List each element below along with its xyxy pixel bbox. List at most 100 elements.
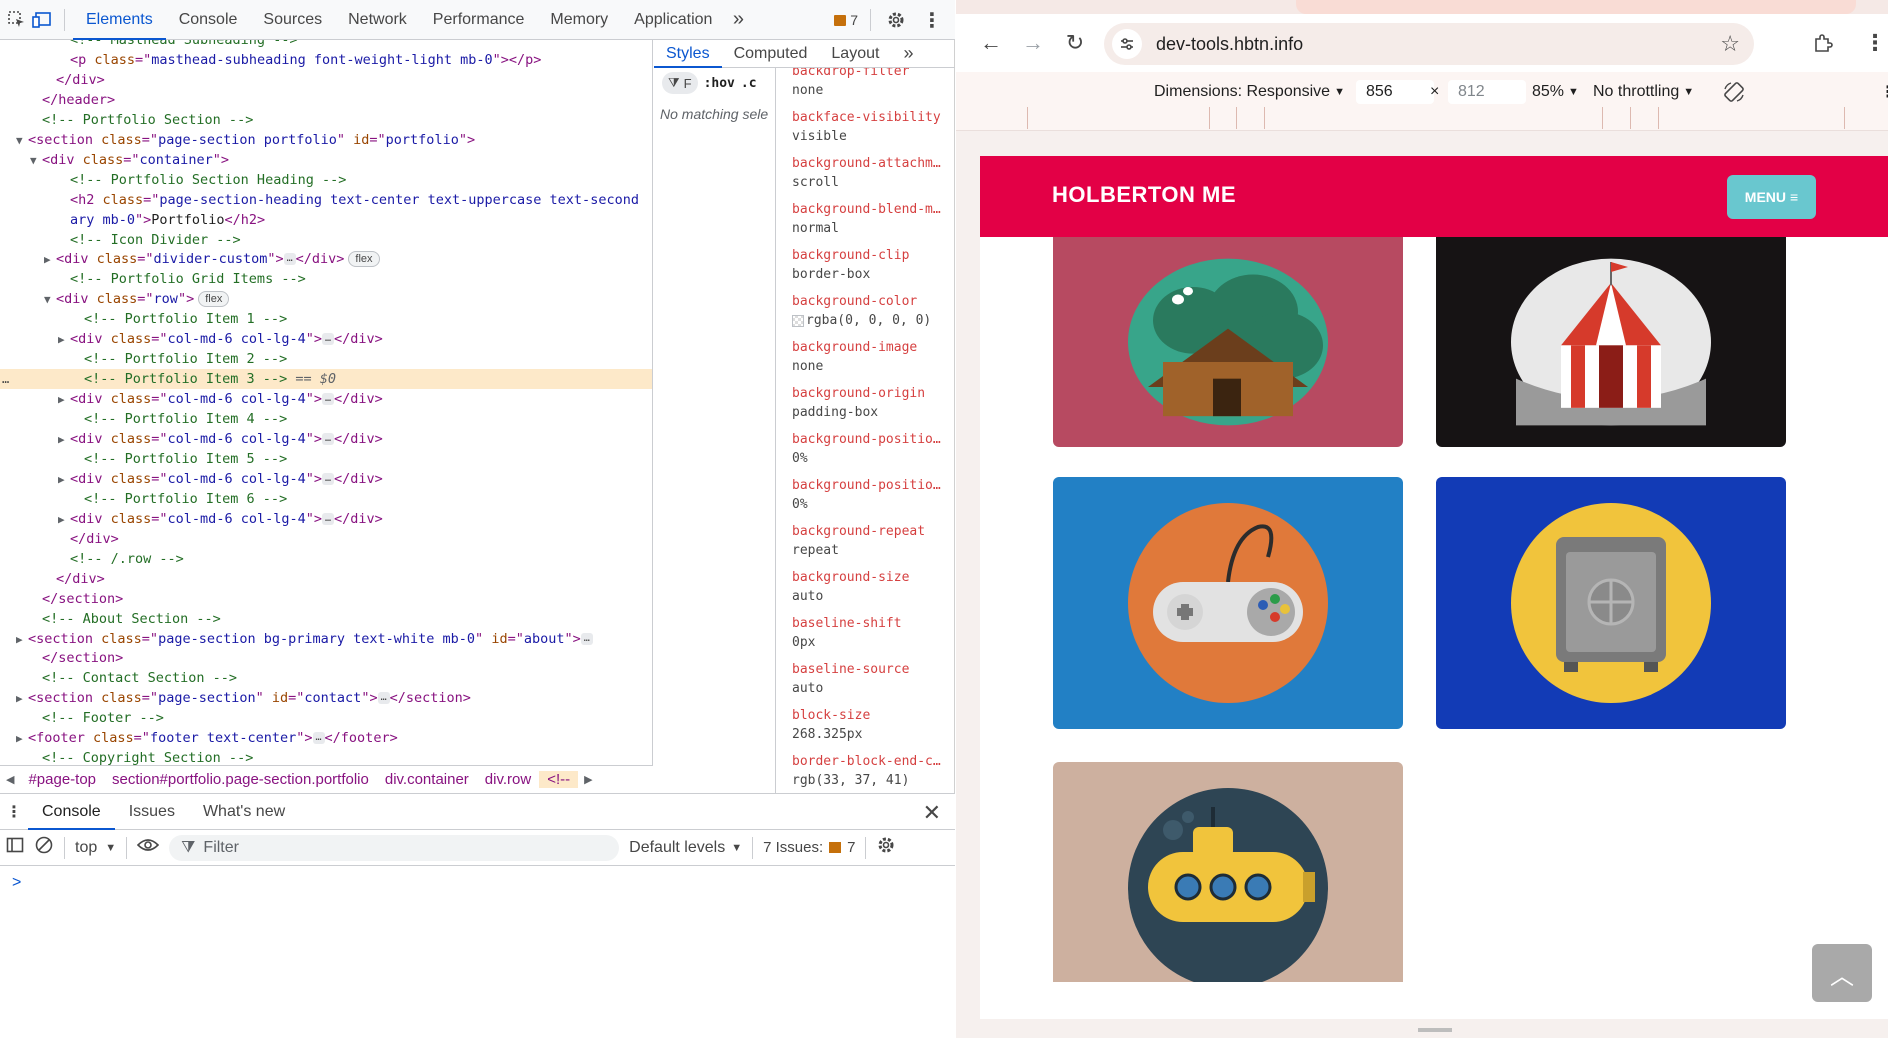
dom-node[interactable]: <!-- Portfolio Item 1 --> [0, 309, 652, 329]
breadcrumb-item[interactable]: #page-top [20, 771, 104, 788]
dom-node[interactable]: ▼ <div class="container"> [0, 150, 652, 171]
hov-toggle[interactable]: :hov [704, 76, 735, 91]
node-actions-ellipsis-icon[interactable]: … [2, 369, 9, 389]
console-filter-input[interactable]: ⧩ Filter [169, 834, 620, 861]
device-toolbar-icon[interactable] [30, 7, 56, 33]
viewport-height-input[interactable]: 812 [1448, 80, 1526, 104]
tab-memory[interactable]: Memory [537, 0, 621, 40]
dom-node[interactable]: ▶ <footer class="footer text-center">… </f… [0, 728, 652, 749]
drawer-tab-console[interactable]: Console [28, 794, 115, 830]
browser-menu-icon[interactable]: ⋮ [1860, 28, 1888, 58]
dom-node[interactable]: <!-- Portfolio Item 4 --> [0, 409, 652, 429]
dom-node[interactable]: <p class="masthead-subheading font-weigh… [0, 50, 652, 70]
dom-node[interactable]: ▶ <div class="col-md-6 col-lg-4">… </div> [0, 469, 652, 489]
computed-property[interactable]: background-image none [784, 338, 955, 384]
more-tabs-icon[interactable]: » [725, 7, 751, 33]
breadcrumb-item[interactable]: div.row [477, 771, 539, 788]
expand-triangle-closed-icon[interactable]: ▶ [58, 430, 70, 450]
color-swatch[interactable] [792, 314, 804, 327]
dom-node[interactable]: </section> [0, 589, 652, 609]
issues-counter[interactable]: 7 Issues: 7 [763, 839, 855, 856]
site-info-icon[interactable] [1112, 29, 1142, 59]
bookmark-star-icon[interactable]: ☆ [1720, 31, 1740, 57]
expand-triangle-closed-icon[interactable]: ▶ [58, 330, 70, 350]
portfolio-item-safe[interactable] [1436, 477, 1786, 729]
tab-styles[interactable]: Styles [654, 40, 722, 68]
context-selector[interactable]: top ▼ [75, 839, 116, 857]
log-levels-dropdown[interactable]: Default levels ▼ [629, 839, 742, 857]
dom-node[interactable]: </div> [0, 70, 652, 90]
expand-triangle-closed-icon[interactable]: ▶ [44, 250, 56, 270]
collapsed-children-badge[interactable]: … [377, 692, 390, 705]
expand-triangle-open-icon[interactable]: ▼ [30, 151, 42, 171]
portfolio-item-submarine[interactable] [1053, 762, 1403, 982]
menu-button[interactable]: MENU ≡ [1727, 175, 1816, 219]
dom-node[interactable]: ▶ <div class="col-md-6 col-lg-4">… </div> [0, 429, 652, 450]
collapsed-children-badge[interactable]: … [321, 472, 335, 485]
expand-triangle-open-icon[interactable]: ▼ [16, 131, 28, 151]
dom-tree[interactable]: <!-- Masthead Subheading --> <p class="ma… [0, 40, 653, 765]
dom-node[interactable]: </section> [0, 648, 652, 668]
throttling-dropdown[interactable]: No throttling ▼ [1593, 83, 1694, 101]
breadcrumb-left-arrow-icon[interactable]: ◀ [0, 773, 20, 786]
dom-node[interactable]: ▼ <div class="row"> flex [0, 289, 652, 310]
tab-network[interactable]: Network [335, 0, 420, 40]
dom-node[interactable]: <h2 class="page-section-heading text-cen… [0, 190, 652, 210]
tab-layout[interactable]: Layout [819, 40, 891, 68]
drawer-tab-issues[interactable]: Issues [115, 794, 189, 830]
styles-filter-input[interactable]: ⧩ F [662, 72, 698, 94]
computed-property[interactable]: background-blend-m… normal [784, 200, 955, 246]
breadcrumb-right-arrow-icon[interactable]: ▶ [578, 773, 598, 786]
tab-computed[interactable]: Computed [722, 40, 820, 68]
computed-property[interactable]: baseline-shift 0px [784, 614, 955, 660]
tab-performance[interactable]: Performance [420, 0, 538, 40]
dom-node[interactable]: <!-- Portfolio Item 6 --> [0, 489, 652, 509]
console-prompt[interactable]: > [0, 866, 955, 900]
back-arrow-icon[interactable]: ← [976, 28, 1006, 58]
collapsed-children-badge[interactable]: … [312, 732, 325, 745]
dom-node[interactable]: <!-- About Section --> [0, 609, 652, 629]
close-drawer-icon[interactable]: ✕ [923, 800, 941, 826]
computed-property[interactable]: background-attachm… scroll [784, 154, 955, 200]
console-settings-gear-icon[interactable] [876, 835, 896, 860]
dom-node[interactable]: ▶ <section class="page-section bg-primary… [0, 629, 652, 649]
inspect-element-icon[interactable] [4, 7, 30, 33]
dom-node[interactable]: <!-- Portfolio Item 2 --> [0, 349, 652, 369]
expand-triangle-closed-icon[interactable]: ▶ [58, 390, 70, 410]
reload-icon[interactable]: ↻ [1060, 28, 1090, 58]
computed-property[interactable]: border-block-end-c… rgb(33, 37, 41) [784, 752, 955, 793]
collapsed-children-badge[interactable]: … [580, 632, 593, 645]
device-options-menu-icon[interactable]: ⋮ [1880, 82, 1888, 102]
breadcrumb-item-current[interactable]: <!-- [539, 771, 579, 788]
computed-property[interactable]: background-clip border-box [784, 246, 955, 292]
expand-triangle-closed-icon[interactable]: ▶ [16, 729, 28, 749]
rotate-icon[interactable] [1722, 80, 1746, 109]
dom-node[interactable]: ▶ <div class="col-md-6 col-lg-4">… </div> [0, 329, 652, 350]
computed-property[interactable]: block-size 268.325px [784, 706, 955, 752]
computed-property[interactable]: background-color rgba(0, 0, 0, 0) [784, 292, 955, 338]
computed-property[interactable]: background-size auto [784, 568, 955, 614]
collapsed-children-badge[interactable]: … [321, 333, 335, 346]
dom-node[interactable]: ▶ <section class="page-section" id="conta… [0, 688, 652, 709]
tab-elements[interactable]: Elements [73, 0, 166, 40]
dom-node[interactable]: <!-- /.row --> [0, 549, 652, 569]
collapsed-children-badge[interactable]: … [283, 253, 296, 266]
dom-node-selected[interactable]: … <!-- Portfolio Item 3 --> == $0 [0, 369, 652, 390]
collapsed-children-badge[interactable]: … [321, 433, 335, 445]
portfolio-item-game[interactable] [1053, 477, 1403, 729]
dom-node[interactable]: <!-- Portfolio Item 5 --> [0, 449, 652, 469]
portfolio-item-circus[interactable] [1436, 237, 1786, 447]
expand-triangle-closed-icon[interactable]: ▶ [16, 689, 28, 709]
drawer-tab-whats-new[interactable]: What's new [189, 794, 299, 830]
dom-node[interactable]: <!-- Footer --> [0, 708, 652, 728]
site-brand[interactable]: HOLBERTON ME [1052, 182, 1236, 208]
dom-node[interactable]: </div> [0, 529, 652, 549]
expand-triangle-open-icon[interactable]: ▼ [44, 290, 56, 310]
computed-property[interactable]: baseline-source auto [784, 660, 955, 706]
live-expression-eye-icon[interactable] [137, 837, 160, 858]
more-styles-tabs-icon[interactable]: » [891, 40, 925, 68]
dom-node[interactable]: </div> [0, 569, 652, 589]
extensions-puzzle-icon[interactable] [1808, 28, 1838, 58]
tab-console[interactable]: Console [166, 0, 251, 40]
dom-node[interactable]: <!-- Contact Section --> [0, 668, 652, 688]
